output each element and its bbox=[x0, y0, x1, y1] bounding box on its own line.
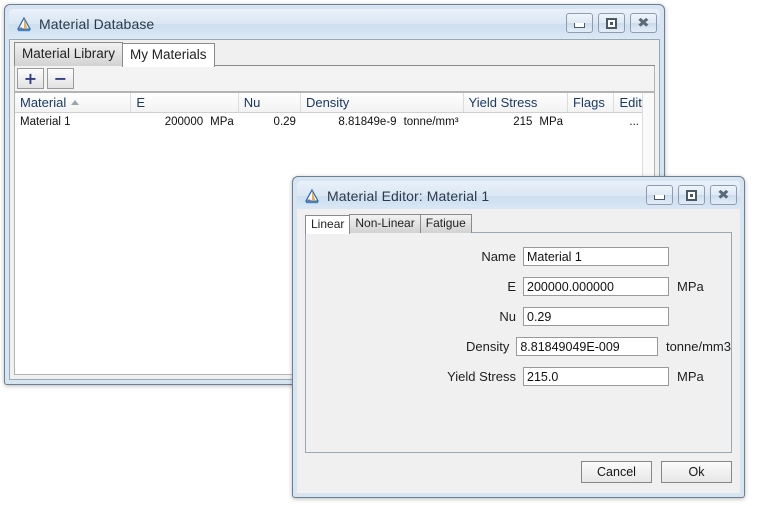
name-label: Name bbox=[481, 249, 516, 264]
tab-non-linear[interactable]: Non-Linear bbox=[349, 214, 421, 233]
tab-material-library[interactable]: Material Library bbox=[14, 42, 124, 66]
app-triangle-icon bbox=[15, 15, 33, 33]
density-field[interactable]: 8.81849049E-009 bbox=[516, 337, 658, 356]
cell-nu: 0.29 bbox=[239, 113, 301, 130]
editor-client-area: Linear Non-Linear Fatigue Name Material … bbox=[297, 209, 740, 493]
tab-label: Linear bbox=[311, 217, 345, 231]
tab-label: Fatigue bbox=[425, 216, 466, 230]
maximize-icon bbox=[606, 17, 617, 29]
form-row-density: Density 8.81849049E-009 tonne/mm3 bbox=[306, 336, 731, 357]
column-label: Density bbox=[305, 95, 350, 110]
close-icon: ✖ bbox=[637, 15, 650, 31]
cell-unit: MPa bbox=[210, 115, 234, 128]
dialog-button-bar: Cancel Ok bbox=[305, 457, 732, 487]
yield-stress-label: Yield Stress bbox=[447, 369, 516, 384]
cell-density: 8.81849e-9 tonne/mm³ bbox=[301, 113, 464, 130]
e-field[interactable]: 200000.000000 bbox=[523, 277, 669, 296]
cell-flags bbox=[568, 113, 614, 130]
cell-value: 0.29 bbox=[273, 115, 296, 128]
tab-my-materials[interactable]: My Materials bbox=[122, 43, 215, 67]
table-header-row[interactable]: Material E Nu Density Yield Stress Flags… bbox=[15, 93, 654, 113]
form-row-name: Name Material 1 bbox=[306, 246, 731, 267]
material-toolbar[interactable]: + − bbox=[14, 66, 655, 92]
linear-tab-panel: Name Material 1 E 200000.000000 MPa Nu 0… bbox=[305, 232, 732, 453]
plus-icon: + bbox=[23, 68, 38, 88]
editor-tabstrip[interactable]: Linear Non-Linear Fatigue bbox=[305, 211, 732, 234]
column-header-material[interactable]: Material bbox=[15, 93, 132, 112]
sort-ascending-icon bbox=[71, 100, 80, 105]
column-header-density[interactable]: Density bbox=[301, 93, 464, 112]
close-button[interactable]: ✖ bbox=[710, 185, 737, 205]
tab-label: My Materials bbox=[130, 47, 207, 62]
cell-text: Material 1 bbox=[20, 115, 71, 128]
remove-material-button[interactable]: − bbox=[47, 68, 74, 89]
cell-yield-stress: 215 MPa bbox=[464, 113, 569, 130]
close-button[interactable]: ✖ bbox=[630, 13, 657, 33]
minus-icon: − bbox=[53, 68, 68, 88]
e-unit: MPa bbox=[677, 279, 704, 294]
column-label: Edit bbox=[619, 95, 642, 110]
column-label: Nu bbox=[243, 95, 261, 110]
yield-stress-unit: MPa bbox=[677, 369, 704, 384]
density-label: Density bbox=[465, 339, 510, 354]
tab-fatigue[interactable]: Fatigue bbox=[419, 214, 472, 233]
column-header-nu[interactable]: Nu bbox=[239, 93, 301, 112]
minimize-button[interactable] bbox=[566, 13, 593, 33]
minimize-icon bbox=[574, 23, 585, 28]
main-titlebar[interactable]: Material Database ✖ bbox=[9, 9, 660, 39]
material-properties-form: Name Material 1 E 200000.000000 MPa Nu 0… bbox=[306, 233, 731, 387]
column-label: Material bbox=[20, 95, 67, 110]
maximize-icon bbox=[686, 189, 697, 201]
yield-stress-field[interactable]: 215.0 bbox=[523, 367, 669, 386]
column-label: Flags bbox=[573, 95, 605, 110]
editor-window-title: Material Editor: Material 1 bbox=[327, 188, 490, 204]
edit-ellipsis-button[interactable]: ... bbox=[629, 116, 639, 128]
editor-window-controls[interactable]: ✖ bbox=[646, 185, 737, 205]
maximize-button[interactable] bbox=[598, 13, 625, 33]
table-row[interactable]: Material 1 200000 MPa 0.29 8.81849e-9 to… bbox=[15, 113, 654, 130]
tab-linear[interactable]: Linear bbox=[305, 215, 351, 234]
maximize-button[interactable] bbox=[678, 185, 705, 205]
cell-value: 215 bbox=[513, 115, 533, 128]
main-tabstrip[interactable]: Material Library My Materials bbox=[14, 40, 655, 67]
material-editor-dialog[interactable]: Material Editor: Material 1 ✖ Linear Non… bbox=[292, 176, 745, 498]
column-header-e[interactable]: E bbox=[131, 93, 239, 112]
minimize-button[interactable] bbox=[646, 185, 673, 205]
minimize-icon bbox=[654, 195, 665, 200]
column-label: Yield Stress bbox=[468, 95, 538, 110]
main-window-controls[interactable]: ✖ bbox=[566, 13, 657, 33]
tab-label: Non-Linear bbox=[355, 216, 415, 230]
cancel-button[interactable]: Cancel bbox=[581, 461, 652, 483]
cell-material: Material 1 bbox=[15, 113, 131, 130]
form-row-nu: Nu 0.29 bbox=[306, 306, 731, 327]
cell-e: 200000 MPa bbox=[131, 113, 238, 130]
app-triangle-icon bbox=[303, 187, 321, 205]
cell-value: 200000 bbox=[164, 115, 204, 128]
e-label: E bbox=[507, 279, 516, 294]
close-icon: ✖ bbox=[717, 187, 730, 203]
column-header-yield-stress[interactable]: Yield Stress bbox=[464, 93, 569, 112]
cell-unit: tonne/mm³ bbox=[403, 115, 459, 128]
form-row-yield-stress: Yield Stress 215.0 MPa bbox=[306, 366, 731, 387]
column-header-flags[interactable]: Flags bbox=[568, 93, 615, 112]
name-field[interactable]: Material 1 bbox=[523, 247, 669, 266]
nu-field[interactable]: 0.29 bbox=[523, 307, 669, 326]
tab-label: Material Library bbox=[22, 46, 116, 61]
cell-unit: MPa bbox=[539, 115, 564, 128]
form-row-e: E 200000.000000 MPa bbox=[306, 276, 731, 297]
density-unit: tonne/mm3 bbox=[665, 339, 731, 354]
nu-label: Nu bbox=[499, 309, 516, 324]
add-material-button[interactable]: + bbox=[17, 68, 44, 89]
main-window-title: Material Database bbox=[39, 16, 155, 32]
editor-titlebar[interactable]: Material Editor: Material 1 ✖ bbox=[297, 181, 740, 211]
column-label: E bbox=[136, 95, 145, 110]
cell-value: 8.81849e-9 bbox=[338, 115, 397, 128]
ok-button[interactable]: Ok bbox=[661, 461, 732, 483]
